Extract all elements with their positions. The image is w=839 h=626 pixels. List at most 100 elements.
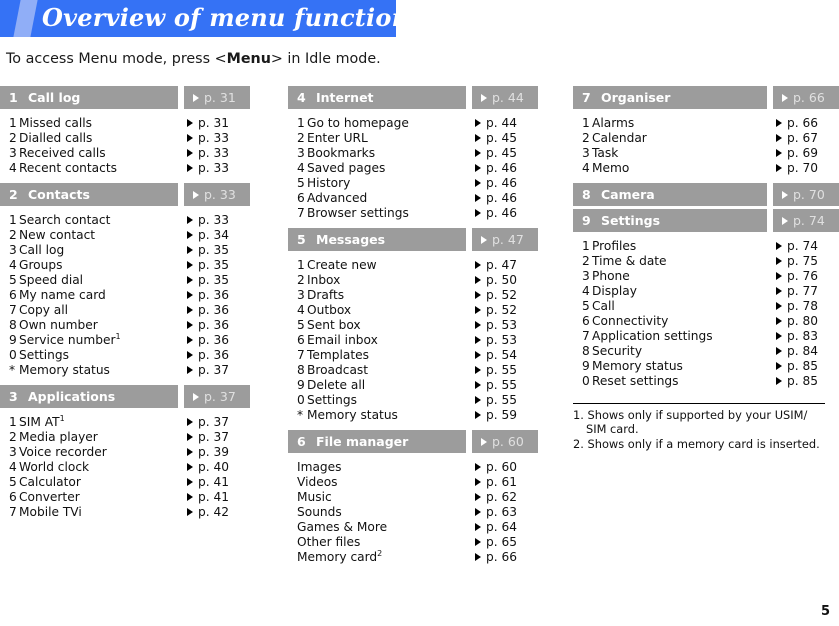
section-header[interactable]: 7 Organiser p. 66 <box>573 86 839 109</box>
section-header[interactable]: 6 File manager p. 60 <box>288 430 538 453</box>
menu-item-page-ref[interactable]: p. 76 <box>767 269 839 283</box>
menu-item-page-ref[interactable]: p. 85 <box>767 374 839 388</box>
menu-item[interactable]: 4 Recent contacts p. 33 <box>0 161 250 176</box>
menu-item-page-ref[interactable]: p. 36 <box>178 288 250 302</box>
menu-item[interactable]: 0 Reset settings p. 85 <box>573 374 839 389</box>
menu-item-page-ref[interactable]: p. 47 <box>466 258 538 272</box>
menu-item-page-ref[interactable]: p. 37 <box>178 363 250 377</box>
menu-item[interactable]: 4 Groups p. 35 <box>0 258 250 273</box>
menu-item[interactable]: 3 Phone p. 76 <box>573 269 839 284</box>
menu-item-page-ref[interactable]: p. 74 <box>767 239 839 253</box>
menu-item-page-ref[interactable]: p. 33 <box>178 161 250 175</box>
menu-item[interactable]: 5 Calculator p. 41 <box>0 475 250 490</box>
section-title-bar[interactable]: 7 Organiser <box>573 86 767 109</box>
section-title-bar[interactable]: 6 File manager <box>288 430 466 453</box>
section-title-bar[interactable]: 4 Internet <box>288 86 466 109</box>
menu-item-page-ref[interactable]: p. 35 <box>178 258 250 272</box>
section-page-ref[interactable]: p. 74 <box>773 209 839 232</box>
menu-item[interactable]: 1 Go to homepage p. 44 <box>288 116 538 131</box>
menu-item-page-ref[interactable]: p. 31 <box>178 116 250 130</box>
section-page-ref[interactable]: p. 47 <box>472 228 538 251</box>
section-title-bar[interactable]: 2 Contacts <box>0 183 178 206</box>
menu-item-page-ref[interactable]: p. 44 <box>466 116 538 130</box>
section-header[interactable]: 5 Messages p. 47 <box>288 228 538 251</box>
menu-item[interactable]: 7 Templates p. 54 <box>288 348 538 363</box>
menu-item-page-ref[interactable]: p. 59 <box>466 408 538 422</box>
menu-item-page-ref[interactable]: p. 46 <box>466 191 538 205</box>
menu-item-page-ref[interactable]: p. 40 <box>178 460 250 474</box>
menu-item[interactable]: 3 Bookmarks p. 45 <box>288 146 538 161</box>
menu-item[interactable]: Sounds p. 63 <box>288 505 538 520</box>
section-title-bar[interactable]: 3 Applications <box>0 385 178 408</box>
menu-item[interactable]: 1 SIM AT1 p. 37 <box>0 414 250 430</box>
section-page-ref[interactable]: p. 66 <box>773 86 839 109</box>
menu-item[interactable]: 6 Converter p. 41 <box>0 490 250 505</box>
menu-item[interactable]: 1 Create new p. 47 <box>288 258 538 273</box>
menu-item[interactable]: 6 My name card p. 36 <box>0 288 250 303</box>
menu-item-page-ref[interactable]: p. 55 <box>466 363 538 377</box>
menu-item-page-ref[interactable]: p. 54 <box>466 348 538 362</box>
menu-item-page-ref[interactable]: p. 34 <box>178 228 250 242</box>
menu-item-page-ref[interactable]: p. 75 <box>767 254 839 268</box>
menu-item-page-ref[interactable]: p. 46 <box>466 176 538 190</box>
menu-item-page-ref[interactable]: p. 33 <box>178 146 250 160</box>
menu-item[interactable]: 4 World clock p. 40 <box>0 460 250 475</box>
menu-item-page-ref[interactable]: p. 35 <box>178 243 250 257</box>
section-page-ref[interactable]: p. 31 <box>184 86 250 109</box>
menu-item-page-ref[interactable]: p. 77 <box>767 284 839 298</box>
section-header[interactable]: 2 Contacts p. 33 <box>0 183 250 206</box>
menu-item[interactable]: 3 Drafts p. 52 <box>288 288 538 303</box>
menu-item-page-ref[interactable]: p. 52 <box>466 288 538 302</box>
menu-item[interactable]: 2 Inbox p. 50 <box>288 273 538 288</box>
menu-item-page-ref[interactable]: p. 33 <box>178 131 250 145</box>
menu-item-page-ref[interactable]: p. 41 <box>178 490 250 504</box>
menu-item-page-ref[interactable]: p. 64 <box>466 520 538 534</box>
menu-item[interactable]: 9 Memory status p. 85 <box>573 359 839 374</box>
section-header[interactable]: 9 Settings p. 74 <box>573 209 839 232</box>
menu-item-page-ref[interactable]: p. 66 <box>466 550 538 564</box>
menu-item[interactable]: 9 Service number1 p. 36 <box>0 332 250 348</box>
menu-item-page-ref[interactable]: p. 70 <box>767 161 839 175</box>
menu-item[interactable]: Other files p. 65 <box>288 535 538 550</box>
menu-item[interactable]: 6 Connectivity p. 80 <box>573 314 839 329</box>
menu-item-page-ref[interactable]: p. 45 <box>466 146 538 160</box>
menu-item-page-ref[interactable]: p. 66 <box>767 116 839 130</box>
menu-item-page-ref[interactable]: p. 33 <box>178 213 250 227</box>
section-header[interactable]: 3 Applications p. 37 <box>0 385 250 408</box>
menu-item[interactable]: 0 Settings p. 36 <box>0 348 250 363</box>
menu-item-page-ref[interactable]: p. 55 <box>466 378 538 392</box>
menu-item[interactable]: 7 Browser settings p. 46 <box>288 206 538 221</box>
menu-item[interactable]: Videos p. 61 <box>288 475 538 490</box>
menu-item-page-ref[interactable]: p. 61 <box>466 475 538 489</box>
menu-item[interactable]: 1 Profiles p. 74 <box>573 239 839 254</box>
section-header[interactable]: 1 Call log p. 31 <box>0 86 250 109</box>
menu-item-page-ref[interactable]: p. 46 <box>466 161 538 175</box>
menu-item[interactable]: 3 Received calls p. 33 <box>0 146 250 161</box>
menu-item-page-ref[interactable]: p. 50 <box>466 273 538 287</box>
menu-item-page-ref[interactable]: p. 69 <box>767 146 839 160</box>
menu-item[interactable]: 3 Call log p. 35 <box>0 243 250 258</box>
menu-item[interactable]: 8 Own number p. 36 <box>0 318 250 333</box>
menu-item-page-ref[interactable]: p. 53 <box>466 333 538 347</box>
menu-item[interactable]: 2 Calendar p. 67 <box>573 131 839 146</box>
menu-item-page-ref[interactable]: p. 53 <box>466 318 538 332</box>
menu-item-page-ref[interactable]: p. 45 <box>466 131 538 145</box>
menu-item[interactable]: Music p. 62 <box>288 490 538 505</box>
menu-item[interactable]: 8 Broadcast p. 55 <box>288 363 538 378</box>
menu-item[interactable]: 3 Task p. 69 <box>573 146 839 161</box>
section-header[interactable]: 4 Internet p. 44 <box>288 86 538 109</box>
menu-item-page-ref[interactable]: p. 78 <box>767 299 839 313</box>
menu-item-page-ref[interactable]: p. 37 <box>178 415 250 429</box>
menu-item-page-ref[interactable]: p. 67 <box>767 131 839 145</box>
section-title-bar[interactable]: 9 Settings <box>573 209 767 232</box>
menu-item[interactable]: Memory card2 p. 66 <box>288 549 538 565</box>
menu-item-page-ref[interactable]: p. 36 <box>178 348 250 362</box>
menu-item[interactable]: 6 Email inbox p. 53 <box>288 333 538 348</box>
menu-item[interactable]: 3 Voice recorder p. 39 <box>0 445 250 460</box>
menu-item[interactable]: Images p. 60 <box>288 460 538 475</box>
menu-item-page-ref[interactable]: p. 60 <box>466 460 538 474</box>
menu-item-page-ref[interactable]: p. 62 <box>466 490 538 504</box>
section-page-ref[interactable]: p. 70 <box>773 183 839 206</box>
section-page-ref[interactable]: p. 44 <box>472 86 538 109</box>
menu-item-page-ref[interactable]: p. 52 <box>466 303 538 317</box>
